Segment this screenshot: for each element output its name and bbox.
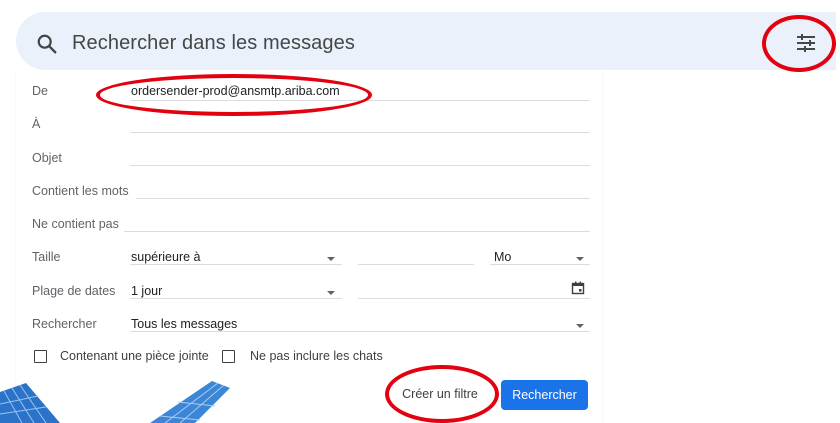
calendar-icon[interactable] [571,281,585,295]
to-field[interactable] [130,132,590,133]
annotation-circle-options [762,15,836,72]
search-in-chevron-icon[interactable] [576,324,584,328]
search-input[interactable]: Rechercher dans les messages [72,32,355,55]
date-range-underline [130,298,342,299]
subject-label: Objet [32,151,62,165]
solar-panel-image [0,381,230,423]
annotation-circle-create-filter [385,365,499,423]
date-field[interactable] [358,298,590,299]
size-operator-select[interactable]: supérieure à [131,250,201,264]
search-in-select[interactable]: Tous les messages [131,317,237,331]
search-in-underline [130,331,590,332]
subject-field[interactable] [130,165,590,166]
search-options-panel [16,70,602,423]
size-value-field[interactable] [358,264,474,265]
date-range-chevron-icon[interactable] [327,291,335,295]
size-operator-underline [130,264,342,265]
size-unit-underline [490,264,590,265]
has-words-field[interactable] [136,198,590,199]
size-label: Taille [32,250,61,264]
exclude-chats-checkbox[interactable] [222,350,235,363]
search-in-label: Rechercher [32,317,97,331]
has-attachment-label: Contenant une pièce jointe [60,349,209,363]
size-unit-select[interactable]: Mo [494,250,511,264]
annotation-circle-from [96,74,372,116]
date-range-select[interactable]: 1 jour [131,284,162,298]
exclude-chats-label: Ne pas inclure les chats [250,349,383,363]
size-unit-chevron-icon[interactable] [576,257,584,261]
date-range-label: Plage de dates [32,284,116,298]
doesnt-have-label: Ne contient pas [32,217,119,231]
doesnt-have-field[interactable] [124,231,590,232]
size-operator-chevron-icon[interactable] [327,257,335,261]
to-label: À [32,117,41,131]
search-icon[interactable] [36,33,58,55]
search-button[interactable]: Rechercher [501,380,588,410]
has-attachment-checkbox[interactable] [34,350,47,363]
from-label: De [32,84,48,98]
has-words-label: Contient les mots [32,184,129,198]
